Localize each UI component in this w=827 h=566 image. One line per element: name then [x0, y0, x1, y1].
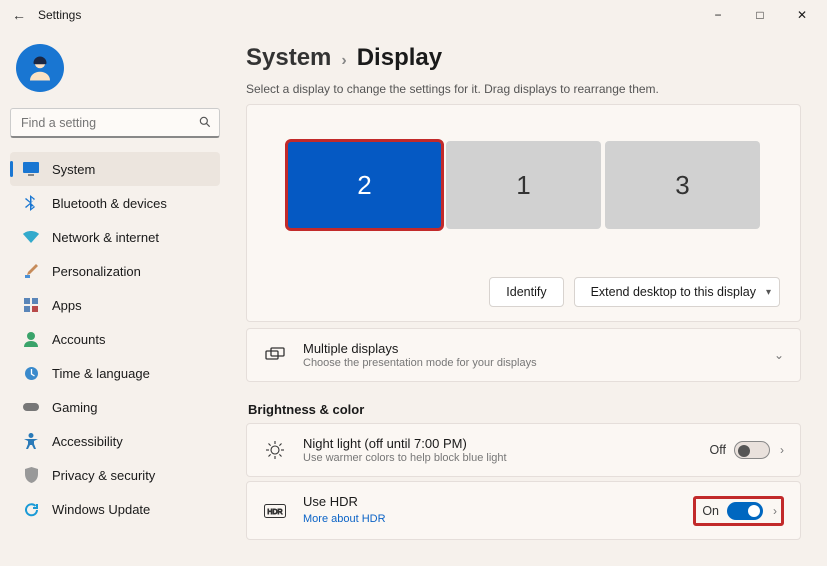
more-about-hdr-link[interactable]: More about HDR	[303, 513, 386, 525]
accounts-icon	[22, 330, 40, 348]
sidebar-item-label: Windows Update	[52, 502, 150, 517]
breadcrumb-current: Display	[357, 44, 442, 72]
sidebar-item-label: System	[52, 162, 95, 177]
breadcrumb-parent[interactable]: System	[246, 44, 331, 72]
system-icon	[22, 160, 40, 178]
main-content: System › Display Select a display to cha…	[230, 30, 827, 566]
sidebar-item-label: Bluetooth & devices	[52, 196, 167, 211]
monitor-canvas[interactable]: 2 1 3	[267, 125, 780, 249]
display-arrange-box: 2 1 3 Identify Extend desktop to this di…	[246, 104, 801, 322]
row-title: Use HDR	[303, 494, 693, 509]
monitor-2[interactable]: 2	[287, 141, 442, 229]
back-button[interactable]: ←	[4, 7, 34, 23]
bluetooth-icon	[22, 194, 40, 212]
chevron-down-icon: ▾	[766, 287, 771, 298]
chevron-right-icon: ›	[780, 443, 784, 457]
accessibility-icon	[22, 432, 40, 450]
sidebar-item-apps[interactable]: Apps	[10, 288, 220, 322]
hdr-highlight: On ›	[693, 496, 784, 526]
monitor-1[interactable]: 1	[446, 141, 601, 229]
sidebar-item-label: Privacy & security	[52, 468, 155, 483]
sidebar-item-label: Accessibility	[52, 434, 123, 449]
shield-icon	[22, 466, 40, 484]
clock-icon	[22, 364, 40, 382]
chevron-right-icon: ›	[773, 504, 777, 518]
sidebar-item-label: Personalization	[52, 264, 141, 279]
row-desc: Choose the presentation mode for your di…	[303, 357, 774, 369]
night-light-icon	[263, 440, 287, 460]
night-light-toggle[interactable]	[734, 441, 770, 459]
row-title: Multiple displays	[303, 341, 774, 356]
apps-icon	[22, 296, 40, 314]
hdr-icon: HDR	[263, 504, 287, 518]
identify-button[interactable]: Identify	[489, 277, 563, 307]
multiple-displays-row[interactable]: Multiple displays Choose the presentatio…	[246, 328, 801, 382]
maximize-button[interactable]: □	[739, 0, 781, 30]
row-title: Night light (off until 7:00 PM)	[303, 436, 710, 451]
sidebar-item-bluetooth[interactable]: Bluetooth & devices	[10, 186, 220, 220]
search-input[interactable]	[10, 108, 220, 138]
sidebar-item-label: Network & internet	[52, 230, 159, 245]
titlebar: ← Settings − □ ✕	[0, 0, 827, 30]
avatar[interactable]	[16, 44, 64, 92]
gaming-icon	[22, 398, 40, 416]
close-button[interactable]: ✕	[781, 0, 823, 30]
hdr-toggle[interactable]	[727, 502, 763, 520]
update-icon	[22, 500, 40, 518]
extend-dropdown[interactable]: Extend desktop to this display▾	[574, 277, 780, 307]
breadcrumb: System › Display	[246, 44, 801, 72]
night-light-row[interactable]: Night light (off until 7:00 PM) Use warm…	[246, 423, 801, 477]
sidebar-item-network[interactable]: Network & internet	[10, 220, 220, 254]
svg-text:HDR: HDR	[267, 509, 282, 516]
sidebar-item-label: Time & language	[52, 366, 150, 381]
sidebar-item-gaming[interactable]: Gaming	[10, 390, 220, 424]
brightness-color-heading: Brightness & color	[248, 402, 801, 417]
multiple-displays-icon	[263, 347, 287, 363]
sidebar-item-accessibility[interactable]: Accessibility	[10, 424, 220, 458]
wifi-icon	[22, 228, 40, 246]
search-box[interactable]	[10, 108, 220, 138]
sidebar-item-privacy[interactable]: Privacy & security	[10, 458, 220, 492]
monitor-3[interactable]: 3	[605, 141, 760, 229]
sidebar-item-label: Accounts	[52, 332, 105, 347]
breadcrumb-separator: ›	[341, 52, 346, 70]
night-light-state: Off	[710, 443, 726, 457]
sidebar: System Bluetooth & devices Network & int…	[0, 30, 230, 566]
sidebar-item-time[interactable]: Time & language	[10, 356, 220, 390]
hdr-state: On	[702, 504, 719, 518]
sidebar-item-personalization[interactable]: Personalization	[10, 254, 220, 288]
row-desc: Use warmer colors to help block blue lig…	[303, 452, 710, 464]
search-icon	[198, 115, 212, 134]
sidebar-item-label: Gaming	[52, 400, 98, 415]
brush-icon	[22, 262, 40, 280]
nav-list: System Bluetooth & devices Network & int…	[10, 152, 220, 526]
minimize-button[interactable]: −	[697, 0, 739, 30]
sidebar-item-label: Apps	[52, 298, 82, 313]
arrange-hint: Select a display to change the settings …	[246, 82, 801, 96]
chevron-down-icon: ⌄	[774, 348, 784, 362]
hdr-row[interactable]: HDR Use HDR More about HDR On ›	[246, 481, 801, 540]
window-title: Settings	[38, 8, 81, 22]
sidebar-item-update[interactable]: Windows Update	[10, 492, 220, 526]
sidebar-item-system[interactable]: System	[10, 152, 220, 186]
sidebar-item-accounts[interactable]: Accounts	[10, 322, 220, 356]
